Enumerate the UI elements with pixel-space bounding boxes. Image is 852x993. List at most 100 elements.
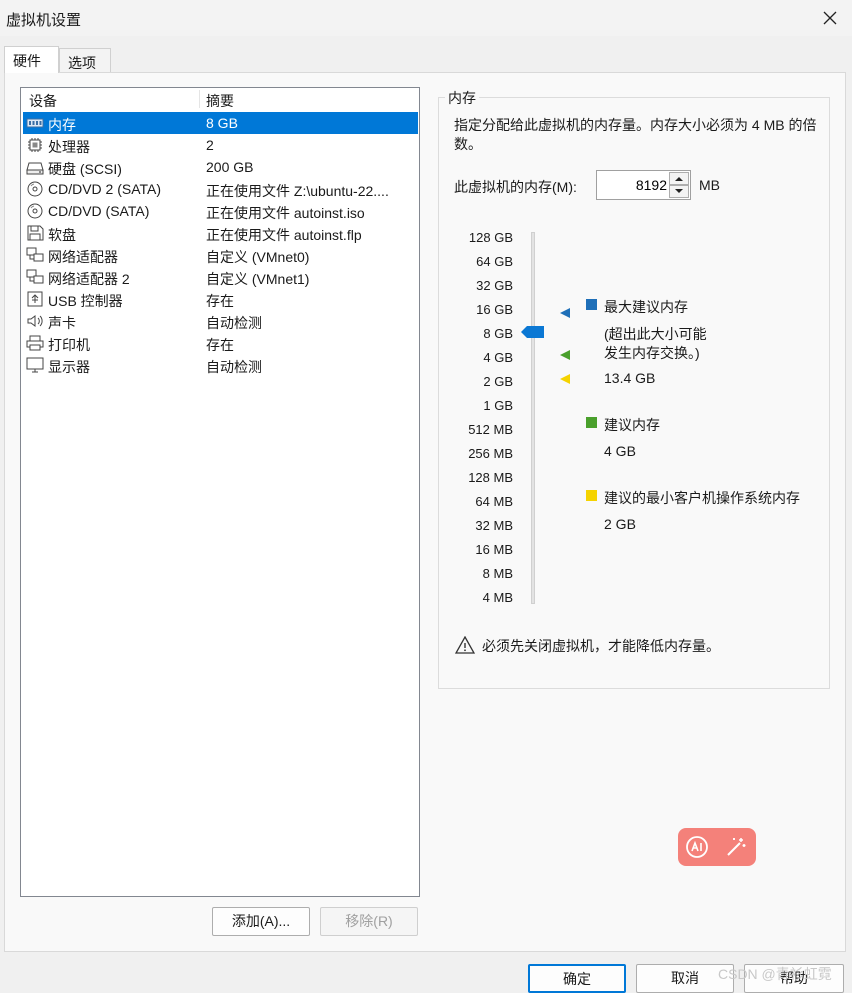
device-row-sound-card[interactable]: 声卡 自动检测 [23, 310, 418, 332]
device-summary: 自定义 (VMnet0) [206, 249, 310, 265]
device-name: 硬盘 (SCSI) [48, 161, 122, 177]
device-summary: 存在 [206, 293, 234, 309]
warning-icon [455, 636, 475, 654]
speaker-icon [26, 313, 44, 329]
arrow-up-icon [675, 177, 683, 181]
recommended-value: 4 GB [604, 443, 636, 459]
device-name: 声卡 [48, 315, 76, 331]
device-row-processor[interactable]: 处理器 2 [23, 134, 418, 156]
recommended-marker [559, 349, 571, 361]
rec-legend-swatch [586, 417, 597, 428]
scale-label: 64 GB [476, 254, 513, 269]
memory-scale: 128 GB 64 GB 32 GB 16 GB 8 GB 4 GB 2 GB … [449, 230, 513, 610]
device-name: CD/DVD 2 (SATA) [48, 181, 162, 197]
device-name: 处理器 [48, 139, 90, 155]
scale-label: 8 MB [482, 566, 513, 581]
scale-label: 4 MB [482, 590, 513, 605]
cd-dvd-icon [26, 203, 44, 219]
device-summary: 自动检测 [206, 359, 262, 375]
device-summary: 正在使用文件 Z:\ubuntu-22.... [206, 183, 389, 199]
tab-options[interactable]: 选项 [59, 48, 111, 72]
harddisk-icon [26, 159, 44, 175]
scale-label: 256 MB [468, 446, 513, 461]
scale-label: 32 GB [476, 278, 513, 293]
device-name: USB 控制器 [48, 293, 123, 309]
device-summary: 2 [206, 137, 214, 153]
cpu-icon [26, 137, 44, 153]
memory-input-label: 此虚拟机的内存(M): [454, 179, 577, 195]
device-summary: 8 GB [206, 115, 238, 131]
device-row-printer[interactable]: 打印机 存在 [23, 332, 418, 354]
memory-unit: MB [699, 177, 720, 193]
scale-label: 8 GB [483, 326, 513, 341]
memory-description: 指定分配给此虚拟机的内存量。内存大小必须为 4 MB 的倍数。 [454, 117, 817, 152]
network-adapter-icon [26, 247, 44, 263]
ai-assistant-badge[interactable] [678, 828, 756, 866]
ok-button[interactable]: 确定 [528, 964, 626, 993]
device-row-usb-controller[interactable]: USB 控制器 存在 [23, 288, 418, 310]
device-name: 软盘 [48, 227, 76, 243]
watermark: CSDN @青衫虹霓 [718, 966, 832, 982]
device-summary: 自定义 (VMnet1) [206, 271, 310, 287]
tab-hardware[interactable]: 硬件 [4, 46, 59, 73]
scale-label: 16 MB [475, 542, 513, 557]
device-row-floppy[interactable]: 软盘 正在使用文件 autoinst.flp [23, 222, 418, 244]
ai-icon [686, 836, 708, 858]
memory-group: 内存 指定分配给此虚拟机的内存量。内存大小必须为 4 MB 的倍数。 此虚拟机的… [438, 88, 830, 689]
column-header-device[interactable]: 设备 [29, 91, 57, 111]
device-row-network-adapter[interactable]: 网络适配器 自定义 (VMnet0) [23, 244, 418, 266]
device-name: 网络适配器 2 [48, 271, 130, 287]
memory-input[interactable] [599, 174, 669, 196]
max-recommended-title: 最大建议内存 [604, 299, 688, 315]
add-device-button[interactable]: 添加(A)... [212, 907, 310, 936]
device-row-memory[interactable]: 内存 8 GB [23, 112, 418, 134]
device-name: 网络适配器 [48, 249, 118, 265]
recommended-title: 建议内存 [604, 417, 660, 433]
close-icon[interactable] [818, 6, 842, 30]
min-legend-swatch [586, 490, 597, 501]
scale-label: 128 GB [468, 230, 513, 245]
printer-icon [26, 335, 44, 351]
device-list-header: 设备 摘要 [21, 88, 419, 110]
device-list[interactable]: 设备 摘要 内存 8 GB 处理器 2 硬盘 (SCSI) 200 GB CD/… [20, 87, 420, 897]
arrow-down-icon [675, 189, 683, 193]
memory-group-title: 内存 [445, 88, 479, 108]
device-row-display[interactable]: 显示器 自动检测 [23, 354, 418, 376]
increment-button[interactable] [669, 172, 689, 185]
max-recommended-value: 13.4 GB [604, 370, 656, 386]
max-recommended-note: (超出此大小可能 [604, 326, 707, 342]
device-name: 内存 [48, 117, 76, 133]
floppy-icon [26, 225, 44, 241]
remove-device-button[interactable]: 移除(R) [320, 907, 418, 936]
device-row-cd-dvd[interactable]: CD/DVD (SATA) 正在使用文件 autoinst.iso [23, 200, 418, 222]
max-recommended-note: 发生内存交换。) [604, 345, 700, 361]
magic-wand-icon [727, 838, 746, 856]
scale-label: 128 MB [468, 470, 513, 485]
network-adapter-icon [26, 269, 44, 285]
device-row-harddisk[interactable]: 硬盘 (SCSI) 200 GB [23, 156, 418, 178]
device-name: CD/DVD (SATA) [48, 203, 150, 219]
column-header-summary[interactable]: 摘要 [206, 91, 234, 111]
scale-label: 16 GB [476, 302, 513, 317]
scale-label: 64 MB [475, 494, 513, 509]
device-summary: 存在 [206, 337, 234, 353]
warning-text: 必须先关闭虚拟机，才能降低内存量。 [482, 638, 720, 654]
memory-icon [26, 115, 44, 131]
device-row-cd-dvd-2[interactable]: CD/DVD 2 (SATA) 正在使用文件 Z:\ubuntu-22.... [23, 178, 418, 200]
device-summary: 自动检测 [206, 315, 262, 331]
window-title: 虚拟机设置 [6, 12, 82, 29]
scale-label: 32 MB [475, 518, 513, 533]
scale-label: 512 MB [468, 422, 513, 437]
device-row-network-adapter-2[interactable]: 网络适配器 2 自定义 (VMnet1) [23, 266, 418, 288]
device-name: 打印机 [48, 337, 90, 353]
decrement-button[interactable] [669, 185, 689, 198]
device-summary: 200 GB [206, 159, 254, 175]
column-divider[interactable] [199, 90, 200, 108]
max-recommended-marker [559, 307, 571, 319]
memory-slider-track[interactable] [531, 232, 535, 604]
device-summary: 正在使用文件 autoinst.iso [206, 205, 365, 221]
min-recommended-title: 建议的最小客户机操作系统内存 [604, 490, 800, 506]
hardware-panel: 设备 摘要 内存 8 GB 处理器 2 硬盘 (SCSI) 200 GB CD/… [4, 72, 846, 952]
title-bar: 虚拟机设置 [0, 0, 852, 36]
memory-slider-thumb[interactable] [521, 325, 545, 339]
